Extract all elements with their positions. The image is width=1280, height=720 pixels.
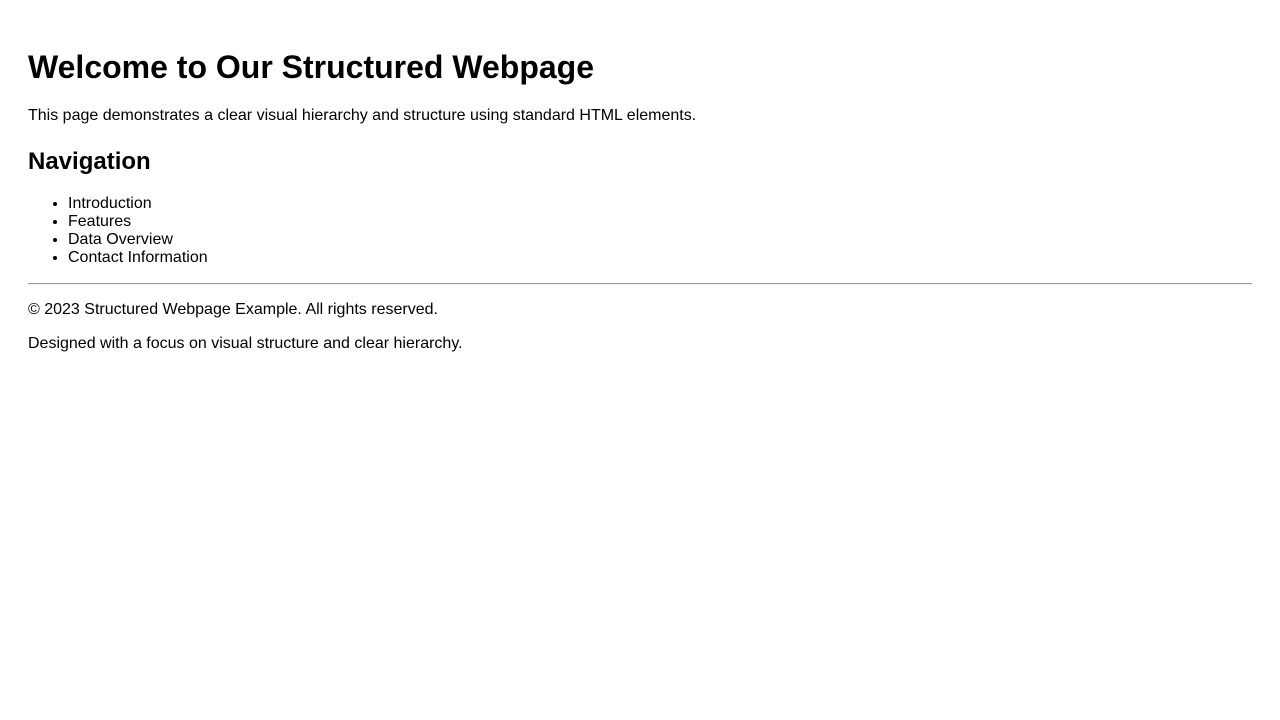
copyright-text: © 2023 Structured Webpage Example. All r… bbox=[28, 301, 438, 318]
page-title: Welcome to Our Structured Webpage bbox=[28, 49, 595, 85]
footer-divider bbox=[28, 283, 1252, 285]
nav-item-data-overview: Data Overview bbox=[68, 231, 1252, 249]
nav-item-features: Features bbox=[68, 213, 1252, 231]
footer-tagline: Designed with a focus on visual structur… bbox=[28, 335, 463, 352]
page: Welcome to Our Structured Webpage This p… bbox=[0, 0, 1280, 353]
nav-item-introduction: Introduction bbox=[68, 195, 1252, 213]
navigation-heading: Navigation bbox=[28, 148, 151, 175]
intro-paragraph: This page demonstrates a clear visual hi… bbox=[28, 107, 697, 124]
navigation-list: Introduction Features Data Overview Cont… bbox=[28, 195, 1252, 267]
nav-item-contact-information: Contact Information bbox=[68, 249, 1252, 267]
